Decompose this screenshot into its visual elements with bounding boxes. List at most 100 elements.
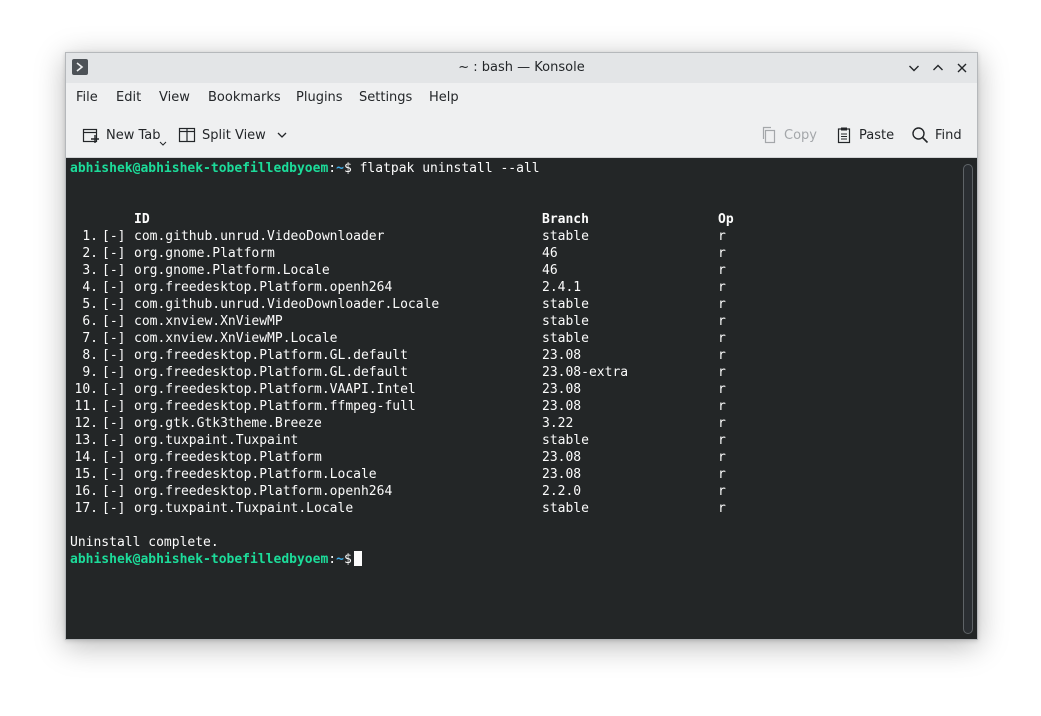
table-row: 16. [-] org.freedesktop.Platform.openh264 2… [66,483,866,500]
row-number: 17. [74,501,98,516]
row-app-id: org.tuxpaint.Tuxpaint [134,433,299,448]
row-status-box: [-] [102,416,126,431]
row-op: r [718,280,726,295]
header-op: Op [718,212,734,227]
menu-view[interactable]: View [155,83,194,113]
row-status-box: [-] [102,399,126,414]
menu-plugins[interactable]: Plugins [292,83,347,113]
paste-icon [837,127,851,144]
row-number: 6. [82,314,98,329]
row-branch: 46 [542,263,558,278]
menu-edit[interactable]: Edit [112,83,145,113]
row-app-id: org.freedesktop.Platform.Locale [134,467,377,482]
row-number: 10. [74,382,98,397]
table-header: ID Branch Op [66,211,866,228]
command-text: flatpak uninstall --all [351,161,540,176]
menu-settings[interactable]: Settings [355,83,416,113]
row-op: r [718,229,726,244]
row-branch: 23.08 [542,348,582,363]
row-app-id: com.github.unrud.VideoDownloader [134,229,385,244]
prompt-symbol: $ [343,161,352,176]
row-op: r [718,365,726,380]
row-status-box: [-] [102,348,126,363]
current-prompt: abhishek@abhishek-tobefilledbyoem:~$ [70,551,362,568]
title-bar[interactable]: ~ : bash — Konsole [66,53,977,83]
menu-bookmarks[interactable]: Bookmarks [204,83,285,113]
row-op: r [718,467,726,482]
chevron-down-icon [277,132,287,138]
row-branch: 23.08 [542,399,582,414]
row-app-id: com.xnview.XnViewMP.Locale [134,331,338,346]
split-view-label: Split View [202,127,266,143]
row-op: r [718,331,726,346]
row-status-box: [-] [102,433,126,448]
row-branch: stable [542,433,589,448]
split-view-button[interactable]: Split View [178,121,288,149]
table-row: 8. [-] org.freedesktop.Platform.GL.default… [66,347,866,364]
copy-label: Copy [784,127,817,143]
row-branch: 3.22 [542,416,574,431]
row-op: r [718,433,726,448]
row-status-box: [-] [102,229,126,244]
maximize-icon[interactable] [928,58,948,78]
row-branch: stable [542,297,589,312]
prompt-separator: : [328,161,337,176]
new-tab-label: New Tab [106,127,161,143]
row-number: 9. [82,365,98,380]
row-status-box: [-] [102,297,126,312]
row-branch: 2.4.1 [542,280,582,295]
row-status-box: [-] [102,246,126,261]
row-status-box: [-] [102,263,126,278]
chevron-down-icon [159,141,166,146]
row-op: r [718,450,726,465]
row-number: 5. [82,297,98,312]
row-branch: stable [542,501,589,516]
row-number: 16. [74,484,98,499]
row-op: r [718,416,726,431]
minimize-icon[interactable] [904,58,924,78]
header-branch: Branch [542,212,589,227]
table-row: 10. [-] org.freedesktop.Platform.VAAPI.Int… [66,381,866,398]
close-icon[interactable] [952,58,972,78]
header-id: ID [134,212,150,227]
row-number: 1. [82,229,98,244]
find-button[interactable]: Find [911,121,962,149]
terminal-scrollbar[interactable] [963,164,973,634]
main-toolbar: New Tab Split View Copy Paste Find [66,113,977,158]
menu-help[interactable]: Help [425,83,463,113]
copy-button[interactable]: Copy [760,121,817,149]
table-row: 1. [-] com.github.unrud.VideoDownloader sta… [66,228,866,245]
terminal-view[interactable]: abhishek@abhishek-tobefilledbyoem:~$ fla… [66,158,977,639]
row-branch: 23.08-extra [542,365,629,380]
row-status-box: [-] [102,450,126,465]
row-number: 12. [74,416,98,431]
row-app-id: org.freedesktop.Platform.ffmpeg-full [134,399,416,414]
row-status-box: [-] [102,314,126,329]
prompt-symbol: $ [343,552,352,567]
copy-icon [762,126,776,144]
table-row: 12. [-] org.gtk.Gtk3theme.Breeze 3.22 r [66,415,866,432]
row-branch: 23.08 [542,382,582,397]
table-row: 15. [-] org.freedesktop.Platform.Locale 23.… [66,466,866,483]
table-row: 3. [-] org.gnome.Platform.Locale 46 r [66,262,866,279]
table-row: 7. [-] com.xnview.XnViewMP.Locale stable r [66,330,866,347]
find-label: Find [935,127,962,143]
row-branch: 23.08 [542,467,582,482]
prompt-user: abhishek@abhishek-tobefilledbyoem [70,552,329,567]
row-app-id: org.gtk.Gtk3theme.Breeze [134,416,322,431]
row-number: 14. [74,450,98,465]
search-icon [912,127,929,144]
row-app-id: com.xnview.XnViewMP [134,314,283,329]
row-op: r [718,263,726,278]
row-op: r [718,382,726,397]
row-status-box: [-] [102,484,126,499]
row-number: 3. [82,263,98,278]
paste-button[interactable]: Paste [835,121,894,149]
menu-file[interactable]: File [72,83,102,113]
text-cursor [353,551,362,566]
command-line: abhishek@abhishek-tobefilledbyoem:~$ fla… [70,160,540,177]
row-number: 15. [74,467,98,482]
table-row: 14. [-] org.freedesktop.Platform 23.08 r [66,449,866,466]
new-tab-button[interactable]: New Tab [82,121,167,149]
row-app-id: org.gnome.Platform [134,246,275,261]
